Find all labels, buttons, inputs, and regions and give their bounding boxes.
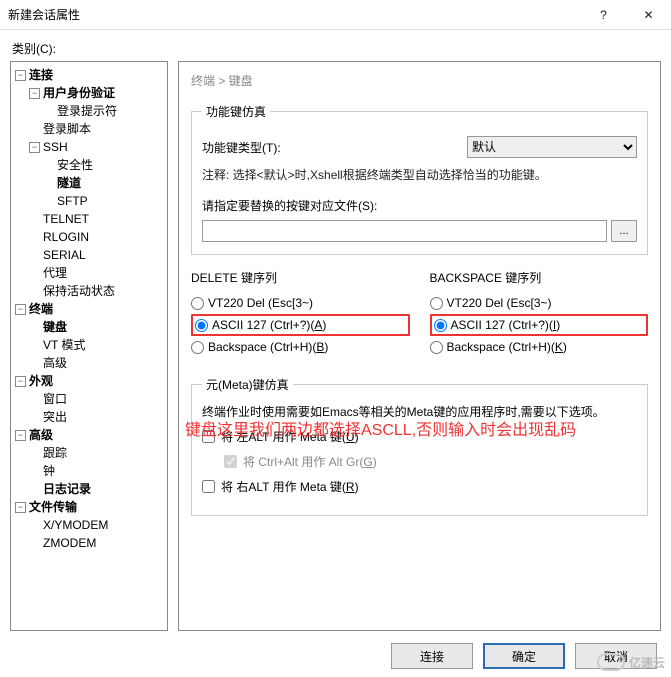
tree-window[interactable]: 窗口: [43, 392, 67, 406]
connect-button[interactable]: 连接: [391, 643, 473, 669]
backspace-vt220-radio[interactable]: [430, 297, 443, 310]
tree-telnet[interactable]: TELNET: [43, 212, 89, 226]
delete-header: DELETE 键序列: [191, 269, 410, 286]
delete-vt220-label: VT220 Del (Esc[3~): [208, 296, 313, 310]
collapse-icon[interactable]: −: [15, 430, 26, 441]
meta-left-checkbox[interactable]: [202, 430, 215, 443]
browse-button[interactable]: ...: [611, 220, 637, 242]
delete-sequence-group: DELETE 键序列 VT220 Del (Esc[3~) ASCII 127 …: [191, 269, 410, 358]
tree-rlogin[interactable]: RLOGIN: [43, 230, 89, 244]
backspace-sequence-group: BACKSPACE 键序列 VT220 Del (Esc[3~) ASCII 1…: [430, 269, 649, 358]
funckey-legend: 功能键仿真: [202, 103, 270, 120]
category-label: 类别(C):: [12, 40, 661, 57]
tree-bell[interactable]: 钟: [43, 464, 55, 478]
collapse-icon[interactable]: −: [15, 304, 26, 315]
tree-transfer[interactable]: 文件传输: [29, 500, 77, 514]
meta-legend: 元(Meta)键仿真: [202, 376, 293, 393]
collapse-icon[interactable]: −: [29, 142, 40, 153]
delete-backspace-label: Backspace (Ctrl+H)(B): [208, 340, 328, 354]
tree-prompt[interactable]: 登录提示符: [57, 104, 117, 118]
meta-left-alt[interactable]: 将 左ALT 用作 Meta 键(U): [202, 428, 637, 445]
tree-proxy[interactable]: 代理: [43, 266, 67, 280]
content-pane: 终端 > 键盘 功能键仿真 功能键类型(T): 默认 注释: 选择<默认>时,X…: [178, 61, 661, 631]
tree-keepalive[interactable]: 保持活动状态: [43, 284, 115, 298]
backspace-header: BACKSPACE 键序列: [430, 269, 649, 286]
help-button[interactable]: ?: [581, 0, 626, 30]
meta-right-alt[interactable]: 将 右ALT 用作 Meta 键(R): [202, 478, 637, 495]
tree-highlight[interactable]: 突出: [43, 410, 67, 424]
ok-button[interactable]: 确定: [483, 643, 565, 669]
funckey-group: 功能键仿真 功能键类型(T): 默认 注释: 选择<默认>时,Xshell根据终…: [191, 103, 648, 255]
meta-right-checkbox[interactable]: [202, 480, 215, 493]
tree-appearance[interactable]: 外观: [29, 374, 53, 388]
delete-ascii-label: ASCII 127 (Ctrl+?)(A): [212, 318, 326, 332]
titlebar: 新建会话属性 ? ✕: [0, 0, 671, 30]
tree-vt[interactable]: VT 模式: [43, 338, 85, 352]
meta-note: 终端作业时使用需要如Emacs等相关的Meta键的应用程序时,需要以下选项。: [202, 403, 637, 420]
tree-security[interactable]: 安全性: [57, 158, 93, 172]
cloud-icon: [597, 653, 625, 671]
tree-ssh[interactable]: SSH: [43, 140, 68, 154]
tree-auth[interactable]: 用户身份验证: [43, 86, 115, 100]
watermark: 亿速云: [597, 653, 665, 671]
collapse-icon[interactable]: −: [15, 502, 26, 513]
delete-vt220-radio[interactable]: [191, 297, 204, 310]
tree-xy[interactable]: X/YMODEM: [43, 518, 108, 532]
backspace-ascii-label: ASCII 127 (Ctrl+?)(I): [451, 318, 561, 332]
meta-group: 元(Meta)键仿真 终端作业时使用需要如Emacs等相关的Meta键的应用程序…: [191, 376, 648, 516]
funckey-type-label: 功能键类型(T):: [202, 139, 312, 156]
tree-z[interactable]: ZMODEM: [43, 536, 96, 550]
collapse-icon[interactable]: −: [15, 70, 26, 81]
tree-script[interactable]: 登录脚本: [43, 122, 91, 136]
tree-tunnel[interactable]: 隧道: [57, 176, 81, 190]
meta-ctrlalt-checkbox: [224, 455, 237, 468]
tree-sftp[interactable]: SFTP: [57, 194, 88, 208]
tree-trace[interactable]: 跟踪: [43, 446, 67, 460]
backspace-backspace-radio[interactable]: [430, 341, 443, 354]
tree-adv[interactable]: 高级: [43, 356, 67, 370]
replace-label: 请指定要替换的按键对应文件(S):: [202, 197, 637, 214]
category-tree[interactable]: −连接 −用户身份验证 登录提示符 登录脚本 −SSH 安全性 隧道 SFTP: [10, 61, 168, 631]
replace-path-input[interactable]: [202, 220, 607, 242]
funckey-type-select[interactable]: 默认: [467, 136, 637, 158]
backspace-ascii-radio[interactable]: [434, 319, 447, 332]
tree-serial[interactable]: SERIAL: [43, 248, 86, 262]
tree-log[interactable]: 日志记录: [43, 482, 91, 496]
collapse-icon[interactable]: −: [29, 88, 40, 99]
breadcrumb: 终端 > 键盘: [191, 72, 648, 89]
meta-ctrlalt: 将 Ctrl+Alt 用作 Alt Gr(G): [224, 453, 637, 470]
funckey-note: 注释: 选择<默认>时,Xshell根据终端类型自动选择恰当的功能键。: [202, 166, 637, 183]
delete-backspace-radio[interactable]: [191, 341, 204, 354]
delete-ascii-radio[interactable]: [195, 319, 208, 332]
backspace-vt220-label: VT220 Del (Esc[3~): [447, 296, 552, 310]
close-button[interactable]: ✕: [626, 0, 671, 30]
collapse-icon[interactable]: −: [15, 376, 26, 387]
tree-terminal[interactable]: 终端: [29, 302, 53, 316]
tree-advanced[interactable]: 高级: [29, 428, 53, 442]
tree-keyboard[interactable]: 键盘: [43, 320, 67, 334]
window-title: 新建会话属性: [8, 6, 581, 23]
backspace-backspace-label: Backspace (Ctrl+H)(K): [447, 340, 567, 354]
tree-connection[interactable]: 连接: [29, 68, 53, 82]
